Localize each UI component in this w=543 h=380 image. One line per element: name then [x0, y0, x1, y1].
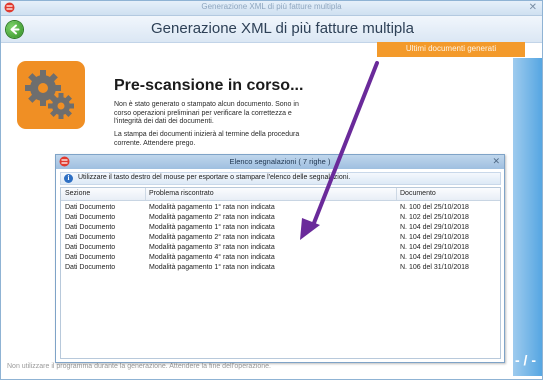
page-title: Generazione XML di più fatture multipla [151, 20, 414, 37]
cell-section: Dati Documento [65, 214, 116, 221]
cell-problem: Modalità pagamento 1° rata non indicata [149, 224, 275, 231]
header-bar: Generazione XML di più fatture multipla [1, 16, 542, 43]
cell-document: N. 106 del 31/10/2018 [400, 264, 469, 271]
cell-problem: Modalità pagamento 3° rata non indicata [149, 244, 275, 251]
table-row[interactable]: Dati Documento Modalità pagamento 3° rata… [61, 243, 500, 253]
back-button[interactable] [6, 21, 23, 38]
cell-section: Dati Documento [65, 204, 116, 211]
cell-section: Dati Documento [65, 244, 116, 251]
cell-section: Dati Documento [65, 224, 116, 231]
dialog-title: Elenco segnalazioni ( 7 righe ) [229, 157, 331, 166]
title-bar: Generazione XML di più fatture multipla … [1, 1, 542, 16]
close-icon[interactable]: ✕ [529, 2, 537, 14]
column-header-problem[interactable]: Problema riscontrato [149, 190, 214, 197]
cell-document: N. 104 del 29/10/2018 [400, 234, 469, 241]
table-row[interactable]: Dati Documento Modalità pagamento 1° rata… [61, 203, 500, 213]
dialog-title-bar[interactable]: Elenco segnalazioni ( 7 righe ) ✕ [56, 155, 504, 169]
cell-problem: Modalità pagamento 2° rata non indicata [149, 214, 275, 221]
footer-note: Non utilizzare il programma durante la g… [7, 363, 271, 370]
cell-section: Dati Documento [65, 264, 116, 271]
cell-problem: Modalità pagamento 1° rata non indicata [149, 204, 275, 211]
cell-problem: Modalità pagamento 1° rata non indicata [149, 264, 275, 271]
info-text: Utilizzare il tasto destro del mouse per… [78, 174, 351, 181]
window-title: Generazione XML di più fatture multipla [201, 2, 342, 11]
info-bar: i Utilizzare il tasto destro del mouse p… [60, 172, 501, 185]
cell-section: Dati Documento [65, 234, 116, 241]
column-divider[interactable] [145, 188, 146, 200]
table-row[interactable]: Dati Documento Modalità pagamento 1° rata… [61, 263, 500, 273]
close-icon[interactable]: ✕ [492, 156, 500, 167]
arrow-left-icon [10, 24, 20, 35]
column-divider[interactable] [396, 188, 397, 200]
prescan-note: La stampa dei documenti inizierà al term… [114, 131, 300, 147]
table-row[interactable]: Dati Documento Modalità pagamento 1° rata… [61, 223, 500, 233]
column-header-document[interactable]: Documento [400, 190, 436, 197]
table-row[interactable]: Dati Documento Modalità pagamento 2° rata… [61, 213, 500, 223]
prescan-title: Pre-scansione in corso... [114, 77, 304, 94]
cell-problem: Modalità pagamento 2° rata non indicata [149, 234, 275, 241]
table-row[interactable]: Dati Documento Modalità pagamento 2° rata… [61, 233, 500, 243]
table-row[interactable]: Dati Documento Modalità pagamento 4° rata… [61, 253, 500, 263]
column-header-section[interactable]: Sezione [65, 190, 90, 197]
cell-document: N. 104 del 29/10/2018 [400, 254, 469, 261]
cell-section: Dati Documento [65, 254, 116, 261]
alerts-dialog: Elenco segnalazioni ( 7 righe ) ✕ i Util… [55, 154, 505, 363]
info-icon: i [64, 174, 73, 183]
cell-document: N. 102 del 25/10/2018 [400, 214, 469, 221]
cell-document: N. 104 del 29/10/2018 [400, 224, 469, 231]
page-counter: - / - [515, 352, 536, 368]
prescan-description: Non è stato generato o stampato alcun do… [114, 101, 299, 125]
cell-problem: Modalità pagamento 4° rata non indicata [149, 254, 275, 261]
gears-icon [17, 61, 85, 129]
tab-recent-documents[interactable]: Ultimi documenti generati [377, 42, 525, 57]
cell-document: N. 104 del 29/10/2018 [400, 244, 469, 251]
side-panel: - / - [513, 58, 542, 376]
alerts-table[interactable]: Sezione Problema riscontrato Documento D… [60, 187, 501, 359]
table-header: Sezione Problema riscontrato Documento [61, 188, 500, 201]
cell-document: N. 100 del 25/10/2018 [400, 204, 469, 211]
